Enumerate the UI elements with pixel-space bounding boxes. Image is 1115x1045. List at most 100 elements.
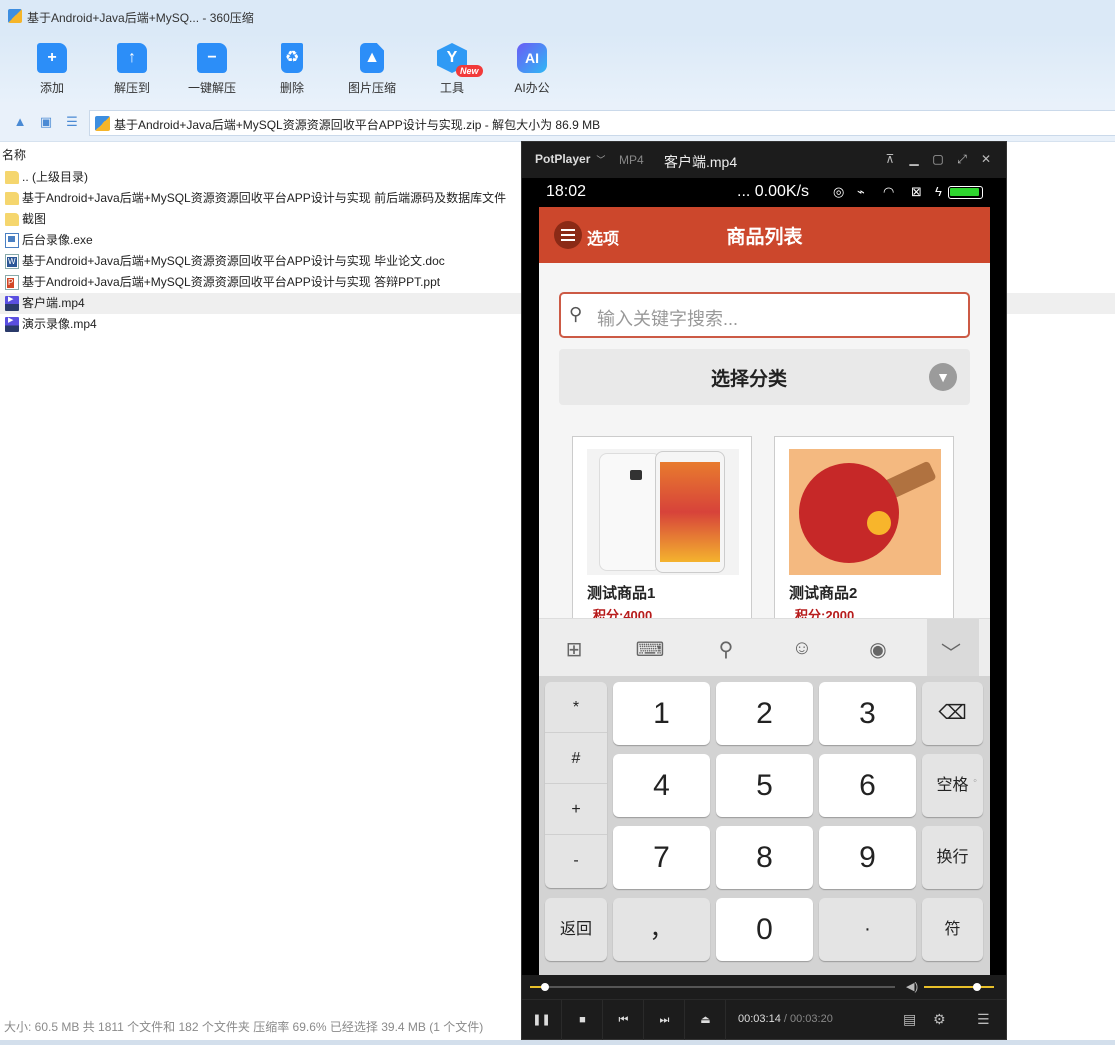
comma-key[interactable]: ， bbox=[613, 898, 710, 961]
maximize-icon[interactable]: ▢ bbox=[931, 152, 945, 166]
folder-icon bbox=[5, 171, 19, 184]
player-controls: ❚❚ ■ ⏮ ⏭ ⏏ 00:03:14 / 00:03:20 ▤ ⚙ ☰ bbox=[522, 999, 1006, 1040]
sync-icon: ◎ bbox=[833, 184, 845, 199]
emoji-icon[interactable]: ☺ bbox=[787, 637, 817, 660]
eject-button[interactable]: ⏏ bbox=[686, 1000, 726, 1040]
stop-button[interactable]: ■ bbox=[563, 1000, 603, 1040]
dot-key[interactable]: · bbox=[819, 898, 916, 961]
symbol-key[interactable]: # bbox=[545, 733, 607, 784]
path-field[interactable]: 基于Android+Java后端+MySQL资源资源回收平台APP设计与实现.z… bbox=[89, 110, 1115, 136]
gear-icon[interactable]: ⚙ bbox=[933, 1011, 946, 1028]
add-button[interactable]: + 添加 bbox=[17, 38, 87, 98]
up-arrow-icon[interactable]: ▲ bbox=[12, 114, 28, 130]
folder-icon bbox=[5, 213, 19, 226]
product-card[interactable]: 测试商品1 积分:4000 bbox=[572, 436, 752, 636]
product-card[interactable]: 测试商品2 积分:2000 bbox=[774, 436, 954, 636]
volume-handle[interactable] bbox=[972, 983, 981, 991]
product-image-phone bbox=[587, 449, 739, 575]
fullscreen-icon[interactable]: ⤢ bbox=[955, 152, 969, 167]
menu-icon[interactable]: ☰ bbox=[977, 1011, 990, 1028]
pin-icon[interactable]: ⊼ bbox=[883, 152, 897, 166]
space-key[interactable]: 空格 ◦ bbox=[922, 754, 983, 817]
zip-icon bbox=[95, 116, 110, 131]
previous-button[interactable]: ⏮ bbox=[604, 1000, 644, 1040]
back-key[interactable]: 返回 bbox=[545, 898, 607, 961]
extract-folder-icon: ↑ bbox=[117, 43, 147, 73]
digit-key[interactable]: 0 bbox=[716, 898, 813, 961]
digit-key[interactable]: 3 bbox=[819, 682, 916, 745]
keyboard-icon[interactable]: ⌨ bbox=[635, 637, 665, 662]
digit-key[interactable]: 8 bbox=[716, 826, 813, 889]
page-title: 商品列表 bbox=[726, 227, 803, 248]
seek-track[interactable] bbox=[530, 986, 895, 988]
seek-handle[interactable] bbox=[541, 983, 549, 991]
digit-key[interactable]: 2 bbox=[716, 682, 813, 745]
pause-button[interactable]: ❚❚ bbox=[522, 1000, 562, 1040]
numeric-keyboard: * # + - 1 2 3 ⌫ 4 5 6 空格 ◦ 7 8 9 换行 返回 ， … bbox=[539, 676, 990, 976]
thumbnail-view-icon[interactable]: ▣ bbox=[38, 114, 54, 130]
previous-icon: ⏮ bbox=[618, 1014, 629, 1026]
exe-icon bbox=[5, 233, 19, 248]
symbol-key[interactable]: - bbox=[545, 835, 607, 886]
charging-icon: ϟ bbox=[935, 184, 942, 199]
symbol-key[interactable]: + bbox=[545, 784, 607, 835]
battery-icon bbox=[948, 186, 983, 199]
phone-clock: 18:02 bbox=[546, 183, 587, 200]
wifi-icon: ◠ bbox=[883, 184, 895, 199]
chevron-down-icon: ▼ bbox=[929, 363, 957, 391]
list-view-icon[interactable]: ☰ bbox=[64, 114, 80, 130]
symbol-switch-key[interactable]: 符 bbox=[922, 898, 983, 961]
collapse-keyboard-button[interactable]: ﹀ bbox=[927, 619, 979, 677]
delete-button[interactable]: ♻ 删除 bbox=[257, 38, 327, 98]
volume-slider[interactable] bbox=[924, 986, 994, 988]
seek-bar[interactable]: ◀) bbox=[522, 975, 1006, 999]
one-click-extract-icon: − bbox=[197, 43, 227, 73]
net-speed: ... 0.00K/s bbox=[737, 183, 810, 200]
playlist-icon[interactable]: ▤ bbox=[903, 1011, 916, 1028]
player-title-bar: PotPlayer ﹀ MP4 客户端.mp4 ⊼ ▁ ▢ ⤢ ✕ bbox=[522, 142, 1006, 178]
newline-key[interactable]: 换行 bbox=[922, 826, 983, 889]
next-icon: ⏭ bbox=[659, 1014, 670, 1026]
minimize-icon[interactable]: ▁ bbox=[907, 152, 921, 166]
player-file-name: 客户端.mp4 bbox=[664, 154, 738, 170]
digit-key[interactable]: 7 bbox=[613, 826, 710, 889]
digit-key[interactable]: 9 bbox=[819, 826, 916, 889]
image-file-icon: ▲ bbox=[360, 43, 384, 73]
digit-key[interactable]: 1 bbox=[613, 682, 710, 745]
sim-icon: ⊠ bbox=[911, 184, 922, 199]
volume-icon[interactable]: ◀) bbox=[906, 980, 918, 993]
category-select[interactable]: 选择分类 ▼ bbox=[559, 349, 970, 405]
add-folder-icon: + bbox=[37, 43, 67, 73]
search-input[interactable]: ⚲ 输入关键字搜索... bbox=[559, 292, 970, 338]
extract-to-button[interactable]: ↑ 解压到 bbox=[97, 38, 167, 98]
next-button[interactable]: ⏭ bbox=[645, 1000, 685, 1040]
ai-office-button[interactable]: AI AI办公 bbox=[497, 38, 567, 98]
vibrate-icon: ⌁ bbox=[857, 184, 865, 199]
video-frame: 18:02 ... 0.00K/s ◎ ⌁ ◠ ⊠ ϟ 选项 商品列表 ⚲ 输入… bbox=[539, 179, 990, 1012]
grid-icon[interactable]: ⊞ bbox=[559, 637, 589, 662]
backspace-key[interactable]: ⌫ bbox=[922, 682, 983, 745]
search-icon: ⚲ bbox=[569, 304, 583, 324]
search-icon[interactable]: ⚲ bbox=[711, 637, 741, 662]
path-text: 基于Android+Java后端+MySQL资源资源回收平台APP设计与实现.z… bbox=[114, 118, 601, 132]
title-bar: 基于Android+Java后端+MySQ... - 360压缩 bbox=[0, 0, 1115, 34]
one-click-extract-button[interactable]: − 一键解压 bbox=[177, 38, 247, 98]
digit-key[interactable]: 4 bbox=[613, 754, 710, 817]
chevron-down-icon: ﹀ bbox=[941, 643, 961, 665]
ppt-icon bbox=[5, 275, 19, 290]
trash-icon: ♻ bbox=[281, 43, 303, 73]
player-menu[interactable]: PotPlayer ﹀ bbox=[535, 152, 605, 166]
player-format: MP4 bbox=[619, 153, 644, 167]
close-icon[interactable]: ✕ bbox=[979, 152, 993, 166]
video-icon bbox=[5, 296, 19, 311]
mic-icon[interactable]: ◉ bbox=[863, 637, 893, 662]
digit-key[interactable]: 6 bbox=[819, 754, 916, 817]
ai-icon: AI bbox=[517, 43, 547, 73]
doc-icon bbox=[5, 254, 19, 269]
new-badge: New bbox=[456, 65, 483, 77]
image-compress-button[interactable]: ▲ 图片压缩 bbox=[337, 38, 407, 98]
digit-key[interactable]: 5 bbox=[716, 754, 813, 817]
address-bar: ▲ ▣ ☰ 基于Android+Java后端+MySQL资源资源回收平台APP设… bbox=[0, 102, 1115, 142]
stop-icon: ■ bbox=[579, 1014, 586, 1026]
symbol-key[interactable]: * bbox=[545, 682, 607, 733]
